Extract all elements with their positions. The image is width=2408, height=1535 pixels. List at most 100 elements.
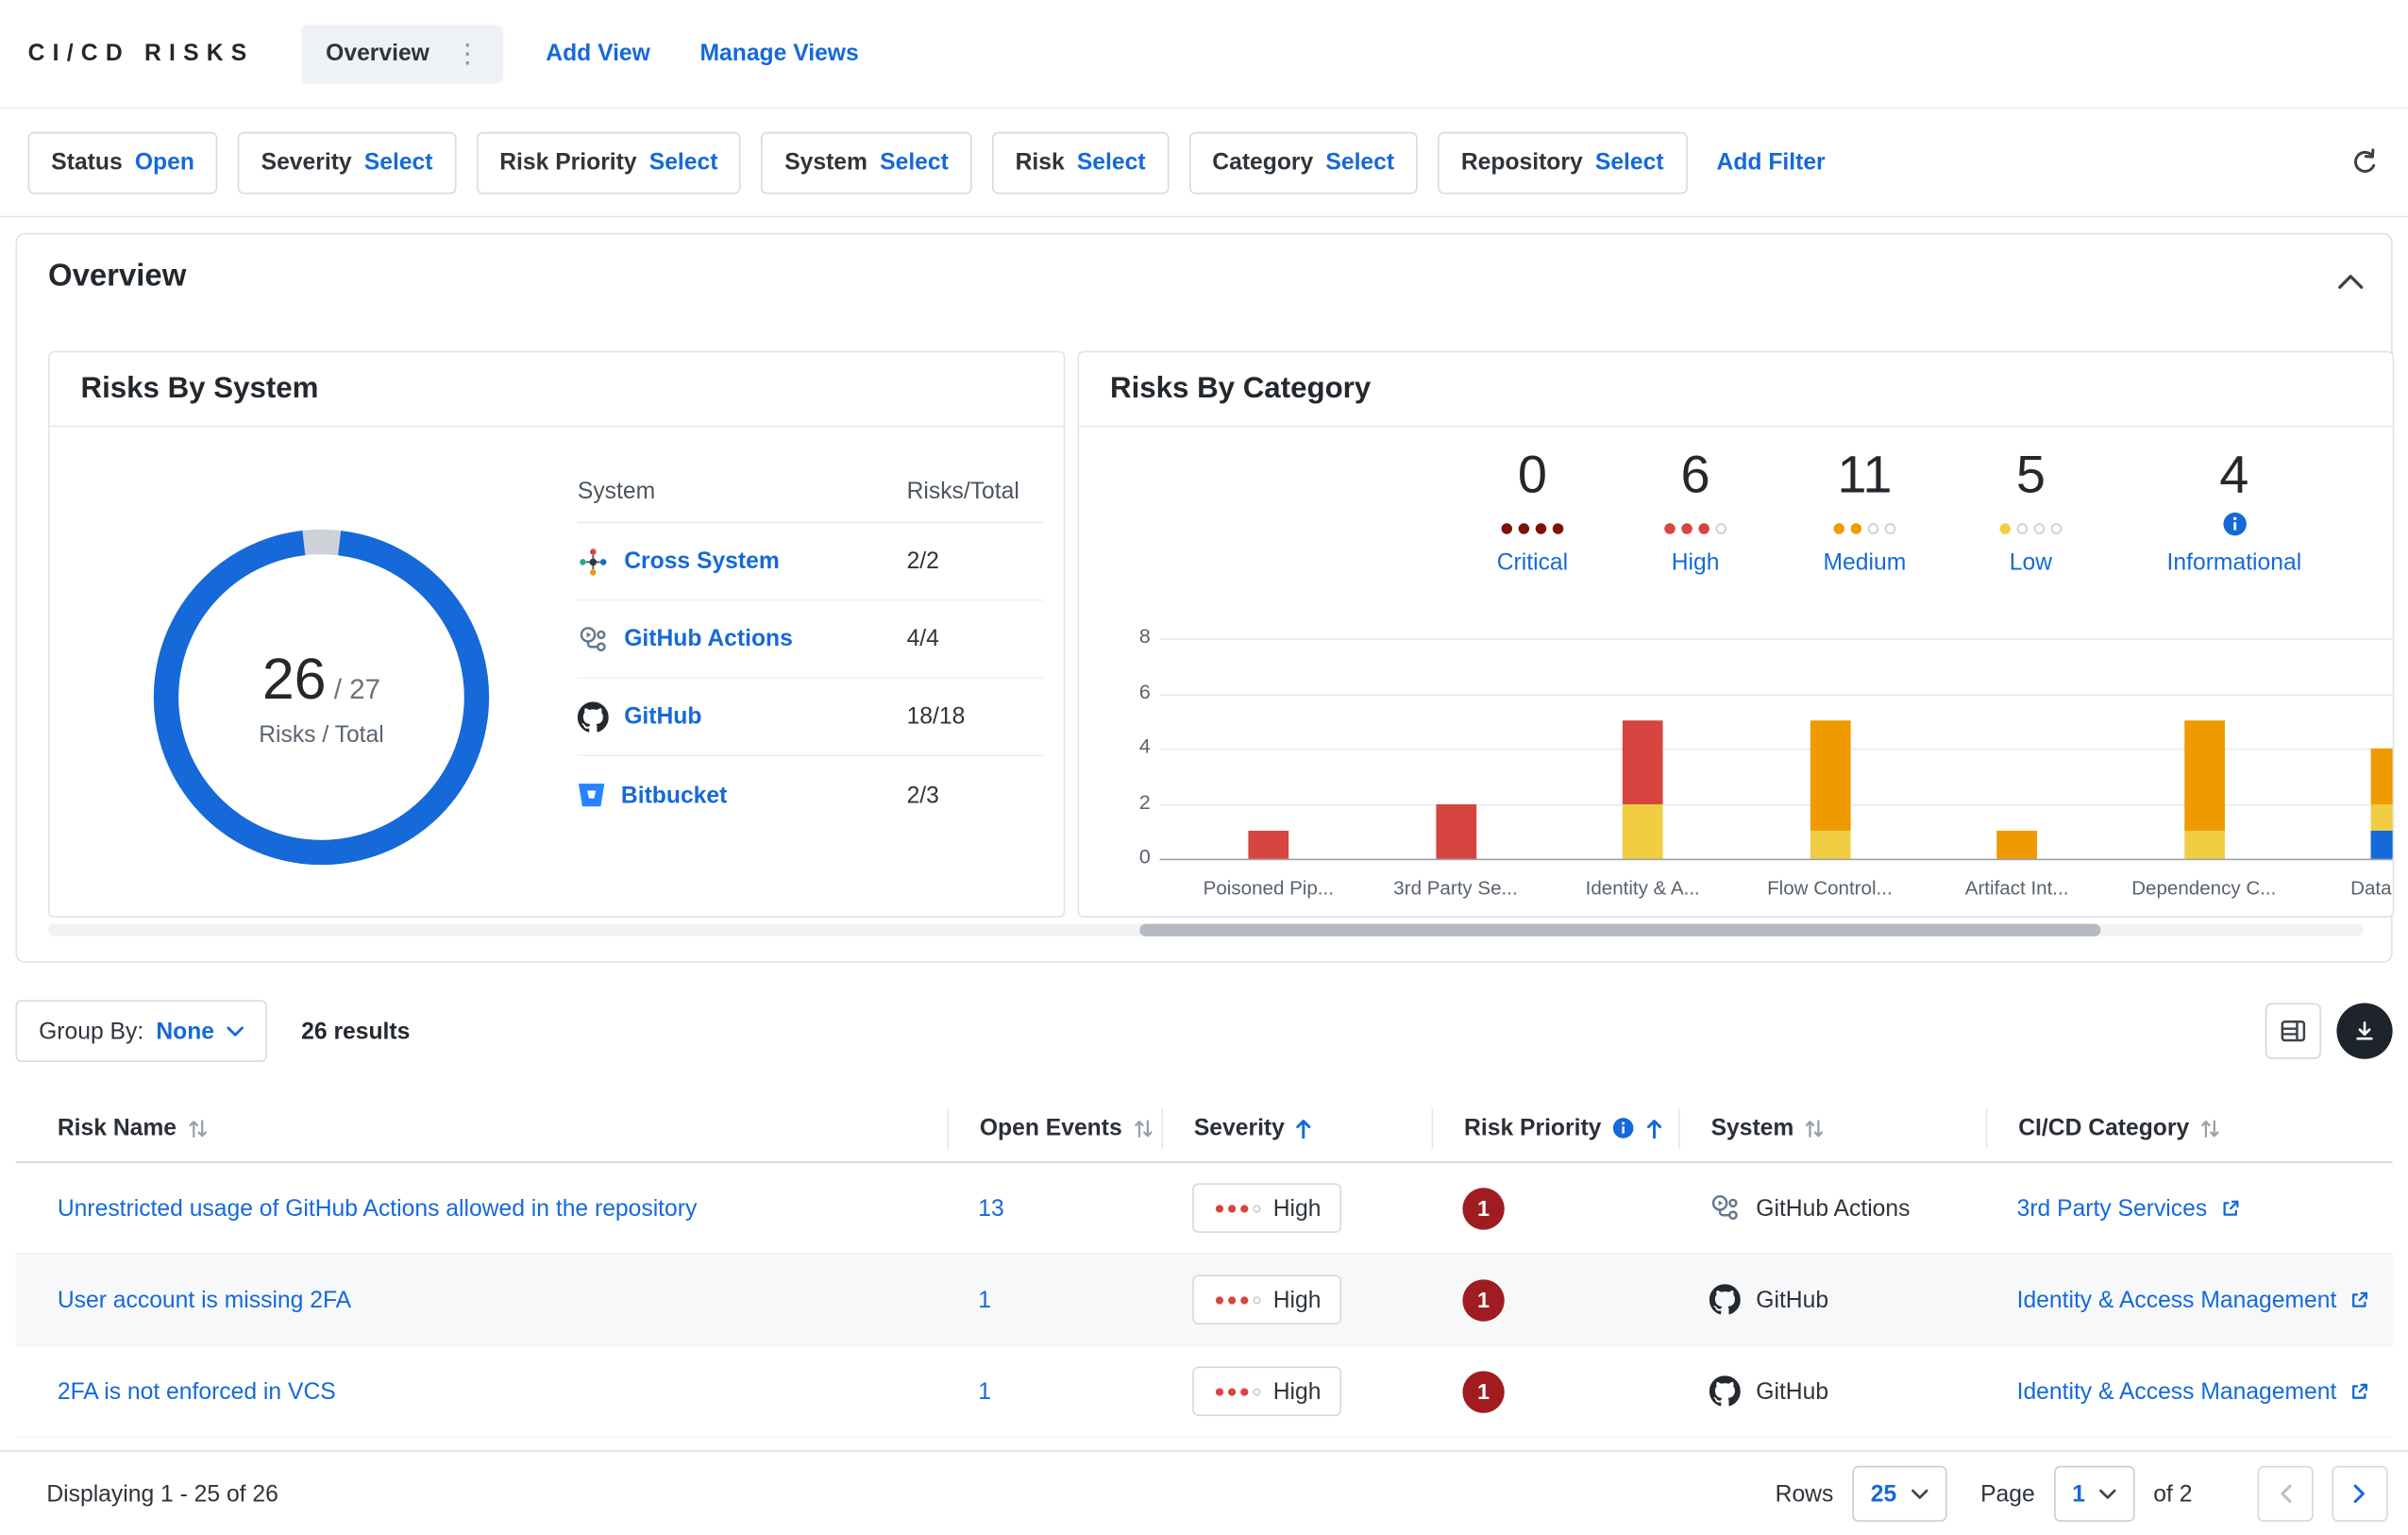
system-link[interactable]: Cross System [578,546,907,577]
open-events-link[interactable]: 1 [978,1287,991,1313]
manage-views-link[interactable]: Manage Views [699,41,858,67]
filter-value[interactable]: Select [1595,149,1664,176]
add-filter-button[interactable]: Add Filter [1717,149,1826,176]
bar-column[interactable]: Dependency C... [2110,720,2298,899]
column-header-cicd-category[interactable]: CI/CD Category [1985,1107,2393,1149]
reset-filters-button[interactable] [2349,146,2381,177]
filter-chip-repository[interactable]: Repository Select [1438,130,1688,194]
bar-segment-medium[interactable] [1996,831,2037,859]
bar-segment-low[interactable] [1810,831,1850,859]
sort-both-icon[interactable] [2200,1117,2220,1139]
risk-name-link[interactable]: 2FA is not enforced in VCS [58,1378,336,1405]
bar-column[interactable]: 3rd Party Se... [1361,803,1549,899]
filter-value[interactable]: Select [649,149,718,176]
export-button[interactable] [2336,1003,2393,1059]
horizontal-scrollbar-thumb[interactable] [1139,923,2101,936]
informational-label[interactable]: Informational [2126,549,2343,576]
sort-up-icon[interactable] [1295,1117,1312,1139]
manage-columns-button[interactable] [2265,1003,2321,1059]
sort-both-icon[interactable] [1133,1117,1153,1139]
open-events-link[interactable]: 1 [978,1378,991,1405]
page-select[interactable]: 1 [2053,1465,2135,1522]
group-by-dropdown[interactable]: Group By: None [15,1000,267,1063]
reset-icon [2349,146,2381,177]
category-link[interactable]: Identity & Access Management [2017,1287,2369,1313]
filter-chip-status[interactable]: Status Open [27,130,218,194]
next-page-button[interactable] [2332,1465,2388,1522]
summary-high: 6 High [1610,446,1781,576]
filter-value[interactable]: Select [880,149,949,176]
bar-column[interactable]: Flow Control... [1736,720,1924,899]
pagination-footer: Displaying 1 - 25 of 26 Rows 25 Page 1 o… [0,1450,2408,1535]
sort-up-icon[interactable] [1646,1117,1663,1139]
system-row-github-actions: GitHub Actions 4/4 [577,601,1044,679]
column-header-system[interactable]: System [1678,1107,1986,1149]
severity-label: High [1272,1194,1322,1222]
risk-name-link[interactable]: Unrestricted usage of GitHub Actions all… [58,1195,697,1222]
severity-dot [1252,1387,1260,1395]
bar-column[interactable]: Artifact Int... [1923,831,2111,899]
high-count: 6 [1680,446,1710,505]
category-link[interactable]: Identity & Access Management [2017,1378,2369,1405]
filter-chip-category[interactable]: Category Select [1188,130,1418,194]
filter-value[interactable]: Select [364,149,433,176]
severity-dot [1215,1387,1223,1395]
add-view-link[interactable]: Add View [546,41,650,67]
column-header-open-events[interactable]: Open Events [947,1107,1161,1149]
open-events-link[interactable]: 13 [978,1195,1003,1222]
severity-dot [1535,522,1547,533]
severity-dot [1518,522,1530,533]
high-label[interactable]: High [1610,549,1781,576]
page-of-label: of 2 [2153,1480,2193,1508]
sort-both-icon[interactable] [1805,1117,1825,1139]
filter-chip-system[interactable]: System Select [761,130,972,194]
filter-label: Risk [1015,148,1065,176]
critical-label[interactable]: Critical [1447,549,1618,576]
bar-segment-high[interactable] [1622,720,1663,804]
pagination-controls: Rows 25 Page 1 of 2 [1776,1465,2388,1522]
horizontal-scrollbar-track[interactable] [47,923,2364,936]
system-link[interactable]: Bitbucket [578,781,907,809]
info-icon[interactable] [1612,1117,1636,1140]
column-label: Risk Name [57,1114,177,1141]
bar-column[interactable]: Data Pr... [2297,748,2393,899]
bar-segment-medium[interactable] [1810,720,1850,832]
bar-segment-medium[interactable] [2370,748,2393,804]
filter-value[interactable]: Open [135,149,194,176]
bar-segment-medium[interactable] [2183,720,2225,832]
system-link[interactable]: GitHub Actions [578,623,907,654]
medium-label[interactable]: Medium [1779,549,1950,576]
bar-segment-low[interactable] [1622,803,1663,859]
bar-segment-high[interactable] [1248,831,1289,859]
system-risks-value: 2/3 [906,782,939,809]
column-header-risk-name[interactable]: Risk Name [15,1108,947,1149]
category-link[interactable]: 3rd Party Services [2017,1195,2240,1222]
bar-segment-informational[interactable] [2370,831,2393,859]
bar-segment-high[interactable] [1435,803,1476,859]
bar-column[interactable]: Poisoned Pip... [1174,831,1362,899]
filter-chip-severity[interactable]: Severity Select [237,130,457,194]
low-label[interactable]: Low [1945,549,2116,576]
column-header-risk-priority[interactable]: Risk Priority [1431,1107,1679,1149]
tab-overview[interactable]: Overview ⋮ [300,24,503,83]
severity-dot [1252,1204,1260,1212]
collapse-panel-button[interactable] [2338,269,2364,297]
filter-value[interactable]: Select [1325,149,1394,176]
previous-page-button[interactable] [2257,1465,2314,1522]
rows-per-page-value: 25 [1870,1480,1897,1508]
severity-dot [1227,1387,1236,1395]
sort-both-icon[interactable] [188,1117,208,1139]
bar-column[interactable]: Identity & A... [1549,720,1737,899]
rows-per-page-select[interactable]: 25 [1852,1465,1946,1522]
bar-segment-low[interactable] [2370,803,2393,832]
filter-chip-risk-priority[interactable]: Risk Priority Select [476,130,742,194]
kebab-icon[interactable]: ⋮ [445,38,490,69]
bar-segment-low[interactable] [2183,831,2225,859]
filter-value[interactable]: Select [1077,149,1146,176]
severity-label: High [1272,1286,1322,1313]
summary-low: 5 Low [1945,446,2116,576]
column-header-severity[interactable]: Severity [1161,1107,1431,1149]
filter-chip-risk[interactable]: Risk Select [991,130,1170,194]
risk-name-link[interactable]: User account is missing 2FA [58,1287,351,1313]
system-link[interactable]: GitHub [577,700,907,733]
